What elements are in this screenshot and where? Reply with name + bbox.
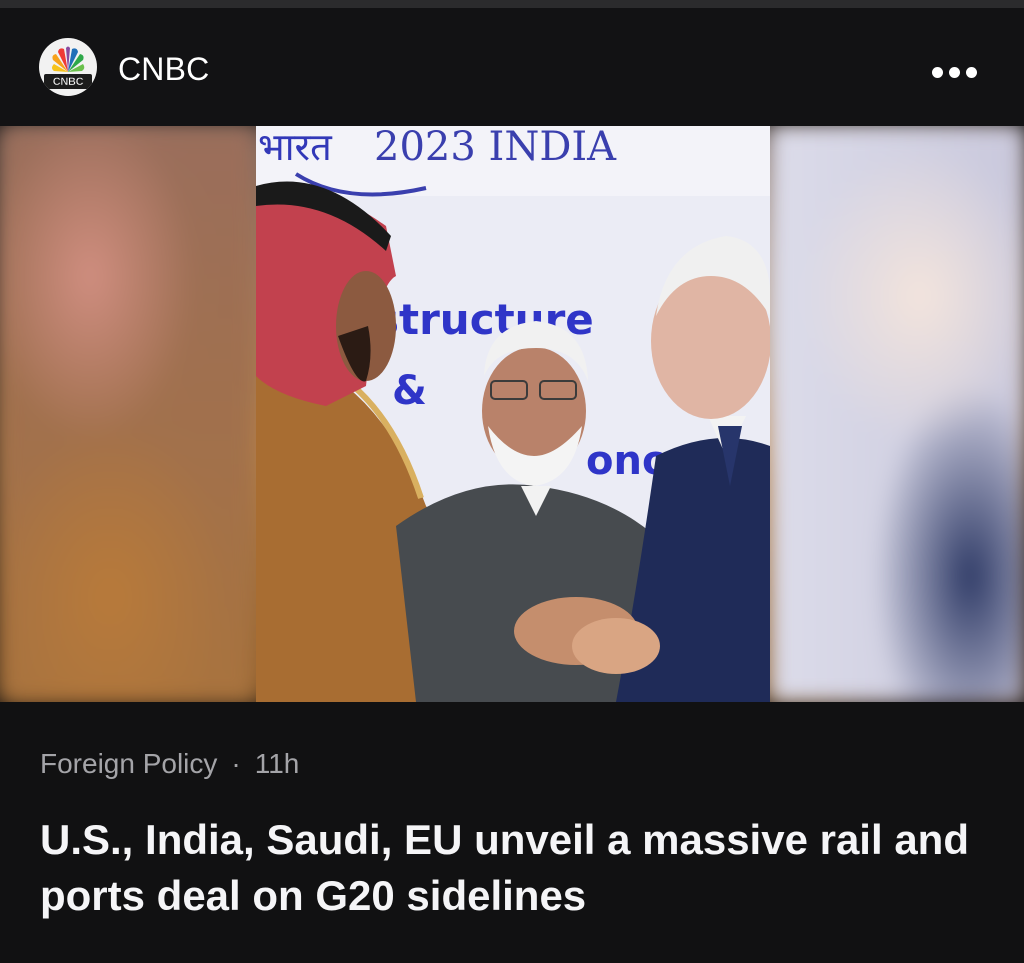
source-header: CNBC CNBC: [0, 8, 1024, 126]
article-photo: भारत 2023 INDIA structure & ro ono: [256, 126, 770, 702]
article-meta: Foreign Policy · 11h: [40, 748, 299, 780]
logo-text: CNBC: [52, 76, 84, 89]
more-dots-icon[interactable]: [924, 60, 984, 90]
hero-image[interactable]: भारत 2023 INDIA structure & ro ono: [0, 126, 1024, 702]
source-name[interactable]: CNBC: [118, 51, 209, 88]
banner-year: 2023 INDIA: [374, 126, 617, 170]
source-logo[interactable]: CNBC: [39, 38, 97, 96]
blurred-backdrop-left: [0, 126, 256, 702]
banner-hindi: भारत: [258, 126, 333, 169]
top-divider: [0, 0, 1024, 8]
article-category[interactable]: Foreign Policy: [40, 748, 217, 779]
blurred-backdrop-right: [770, 126, 1024, 702]
article-age: 11h: [254, 748, 300, 779]
article-headline[interactable]: U.S., India, Saudi, EU unveil a massive …: [40, 812, 984, 924]
meta-separator: ·: [231, 748, 241, 779]
banner-line-2: &: [392, 368, 427, 414]
